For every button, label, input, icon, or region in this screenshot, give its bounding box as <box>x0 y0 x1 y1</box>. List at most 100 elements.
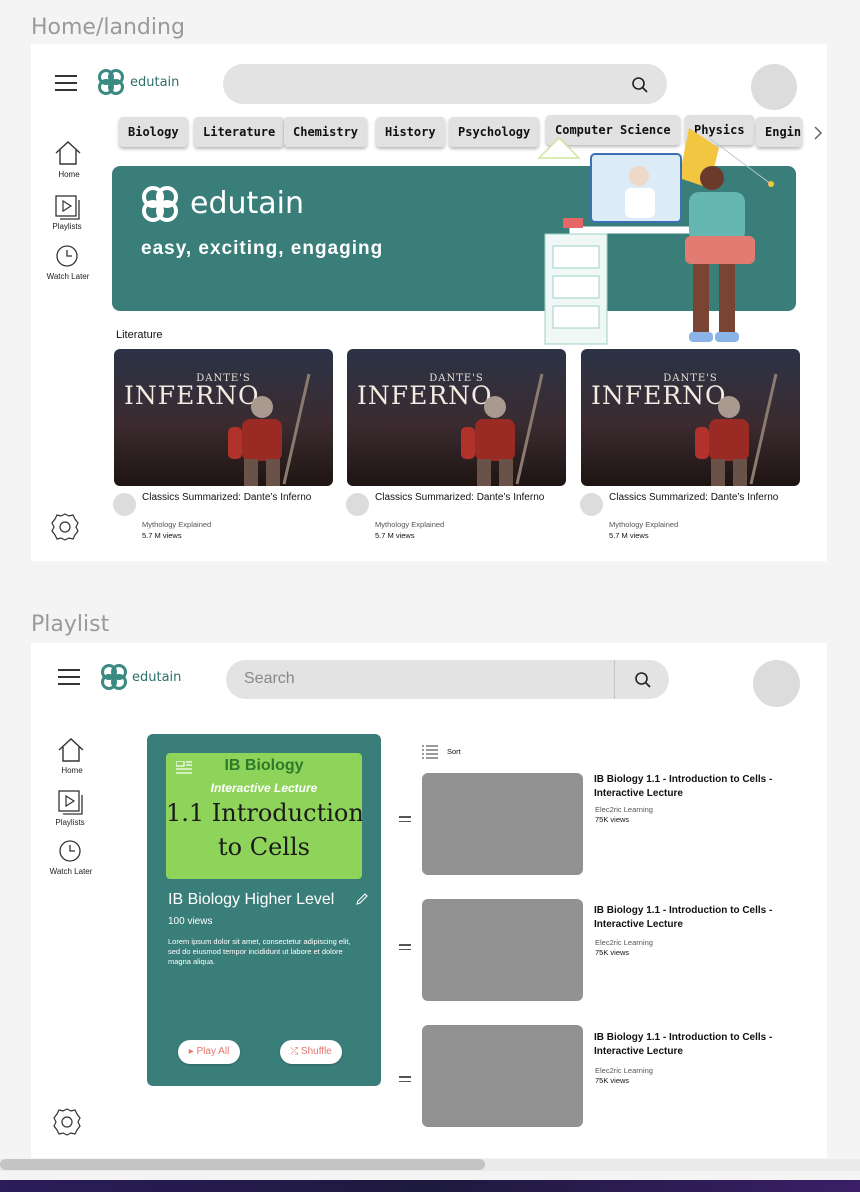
search-input[interactable]: Search <box>226 660 669 699</box>
shuffle-button[interactable]: ⤮ Shuffle <box>280 1040 342 1064</box>
sort-label: Sort <box>447 747 461 756</box>
warrior-image <box>461 373 544 486</box>
shuffle-label: Shuffle <box>300 1046 332 1057</box>
user-avatar[interactable] <box>751 64 797 110</box>
nav-watch-later[interactable]: Watch Later <box>37 244 97 284</box>
playlist-icon <box>58 790 83 815</box>
search-icon[interactable] <box>634 671 652 689</box>
desktop-dock-strip <box>0 1180 860 1192</box>
playlist-thumbnail[interactable]: IB Biology Interactive Lecture 1.1 Intro… <box>166 753 362 879</box>
nav-home-label: Home <box>61 766 83 775</box>
video-card[interactable]: DANTE'S INFERNO Classics Summarized: Dan… <box>580 349 800 544</box>
channel-avatar[interactable] <box>580 493 603 516</box>
warrior-image <box>695 373 778 486</box>
video-channel[interactable]: Elec2ric Learning <box>595 938 653 947</box>
video-thumbnail[interactable] <box>422 1025 583 1127</box>
video-channel[interactable]: Mythology Explained <box>375 520 444 529</box>
people-illustration <box>537 128 774 345</box>
drag-handle-icon[interactable] <box>399 813 411 825</box>
drag-handle-icon[interactable] <box>399 941 411 953</box>
video-title[interactable]: IB Biology 1.1 - Introduction to Cells -… <box>594 773 794 801</box>
brand-logo[interactable]: edutain <box>100 663 210 691</box>
video-views: 5.7 M views <box>609 531 649 540</box>
user-avatar[interactable] <box>753 660 800 707</box>
playlist-item[interactable]: IB Biology 1.1 - Introduction to Cells -… <box>397 1025 807 1127</box>
sort-icon <box>422 745 438 759</box>
thumb-line-1: 1.1 Introduction <box>166 799 362 827</box>
logo-icon <box>98 69 124 95</box>
chip-history[interactable]: History <box>376 117 445 147</box>
nav-watch-later[interactable]: Watch Later <box>40 839 100 879</box>
logo-icon <box>101 664 127 690</box>
video-title[interactable]: Classics Summarized: Dante’s Inferno <box>142 491 317 505</box>
brand-name: edutain <box>132 670 182 685</box>
chip-chemistry[interactable]: Chemistry <box>284 117 368 147</box>
video-title[interactable]: Classics Summarized: Dante’s Inferno <box>375 491 550 505</box>
banner-tagline: easy, exciting, engaging <box>141 238 384 259</box>
edit-icon[interactable] <box>355 892 369 906</box>
channel-avatar[interactable] <box>113 493 136 516</box>
menu-icon[interactable] <box>55 70 77 96</box>
channel-avatar[interactable] <box>346 493 369 516</box>
play-all-button[interactable]: ▸ Play All <box>178 1040 240 1064</box>
search-divider <box>614 660 615 699</box>
video-channel[interactable]: Elec2ric Learning <box>595 1066 653 1075</box>
video-title[interactable]: IB Biology 1.1 - Introduction to Cells -… <box>594 1031 794 1059</box>
playlist-icon <box>55 195 80 220</box>
video-views: 5.7 M views <box>142 531 182 540</box>
video-views: 75K views <box>595 948 630 957</box>
menu-icon[interactable] <box>58 664 80 690</box>
nav-home[interactable]: Home <box>37 140 97 182</box>
drag-handle-icon[interactable] <box>399 1073 411 1085</box>
video-title[interactable]: IB Biology 1.1 - Introduction to Cells -… <box>594 904 794 932</box>
nav-playlists-label: Playlists <box>55 818 85 827</box>
video-thumbnail[interactable] <box>422 899 583 1001</box>
playlist-item[interactable]: IB Biology 1.1 - Introduction to Cells -… <box>397 773 807 875</box>
chip-literature[interactable]: Literature <box>194 117 285 147</box>
sort-button[interactable]: Sort <box>422 744 482 760</box>
thumb-subheading: Interactive Lecture <box>210 781 318 795</box>
nav-playlists[interactable]: Playlists <box>40 789 100 829</box>
playlist-views: 100 views <box>168 916 213 927</box>
video-card[interactable]: DANTE'S INFERNO Classics Summarized: Dan… <box>113 349 333 544</box>
search-input[interactable] <box>223 64 667 104</box>
home-frame: edutain Biology Literature Chemistry His… <box>31 44 827 561</box>
video-thumbnail[interactable]: DANTE'S INFERNO <box>347 349 566 486</box>
nav-watch-later-label: Watch Later <box>46 272 90 281</box>
warrior-image <box>228 373 311 486</box>
video-views: 75K views <box>595 1076 630 1085</box>
playlist-info-card: IB Biology Interactive Lecture 1.1 Intro… <box>147 734 381 1086</box>
video-channel[interactable]: Elec2ric Learning <box>595 805 653 814</box>
brand-name: edutain <box>130 75 180 90</box>
video-thumbnail[interactable]: DANTE'S INFERNO <box>114 349 333 486</box>
horizontal-scrollbar-thumb[interactable] <box>0 1159 485 1170</box>
video-thumbnail[interactable]: DANTE'S INFERNO <box>581 349 800 486</box>
nav-home-label: Home <box>58 170 80 179</box>
playlist-title: IB Biology Higher Level <box>168 891 335 908</box>
gear-icon[interactable] <box>53 1108 81 1136</box>
gear-icon[interactable] <box>51 513 79 541</box>
video-views: 5.7 M views <box>375 531 415 540</box>
nav-playlists-label: Playlists <box>52 222 82 231</box>
banner-logo-icon <box>142 186 178 222</box>
playlist-frame: edutain Search Home Playlists Watch Late… <box>31 643 827 1158</box>
playlist-item[interactable]: IB Biology 1.1 - Introduction to Cells -… <box>397 899 807 1001</box>
video-channel[interactable]: Mythology Explained <box>609 520 678 529</box>
thumb-line-2: to Cells <box>218 833 310 861</box>
clock-icon <box>56 245 78 267</box>
video-views: 75K views <box>595 815 630 824</box>
video-card[interactable]: DANTE'S INFERNO Classics Summarized: Dan… <box>346 349 566 544</box>
video-title[interactable]: Classics Summarized: Dante’s Inferno <box>609 491 784 505</box>
thumb-heading: IB Biology <box>224 757 304 774</box>
video-thumbnail[interactable] <box>422 773 583 875</box>
play-all-label: Play All <box>196 1046 230 1057</box>
chevron-right-icon[interactable] <box>813 125 823 141</box>
nav-home[interactable]: Home <box>40 737 100 777</box>
video-channel[interactable]: Mythology Explained <box>142 520 211 529</box>
home-icon <box>55 141 81 165</box>
search-icon[interactable] <box>631 76 649 94</box>
nav-playlists[interactable]: Playlists <box>37 194 97 234</box>
brand-logo[interactable]: edutain <box>97 68 207 96</box>
playlist-description: Lorem ipsum dolor sit amet, consectetur … <box>168 937 351 966</box>
chip-biology[interactable]: Biology <box>119 117 188 147</box>
